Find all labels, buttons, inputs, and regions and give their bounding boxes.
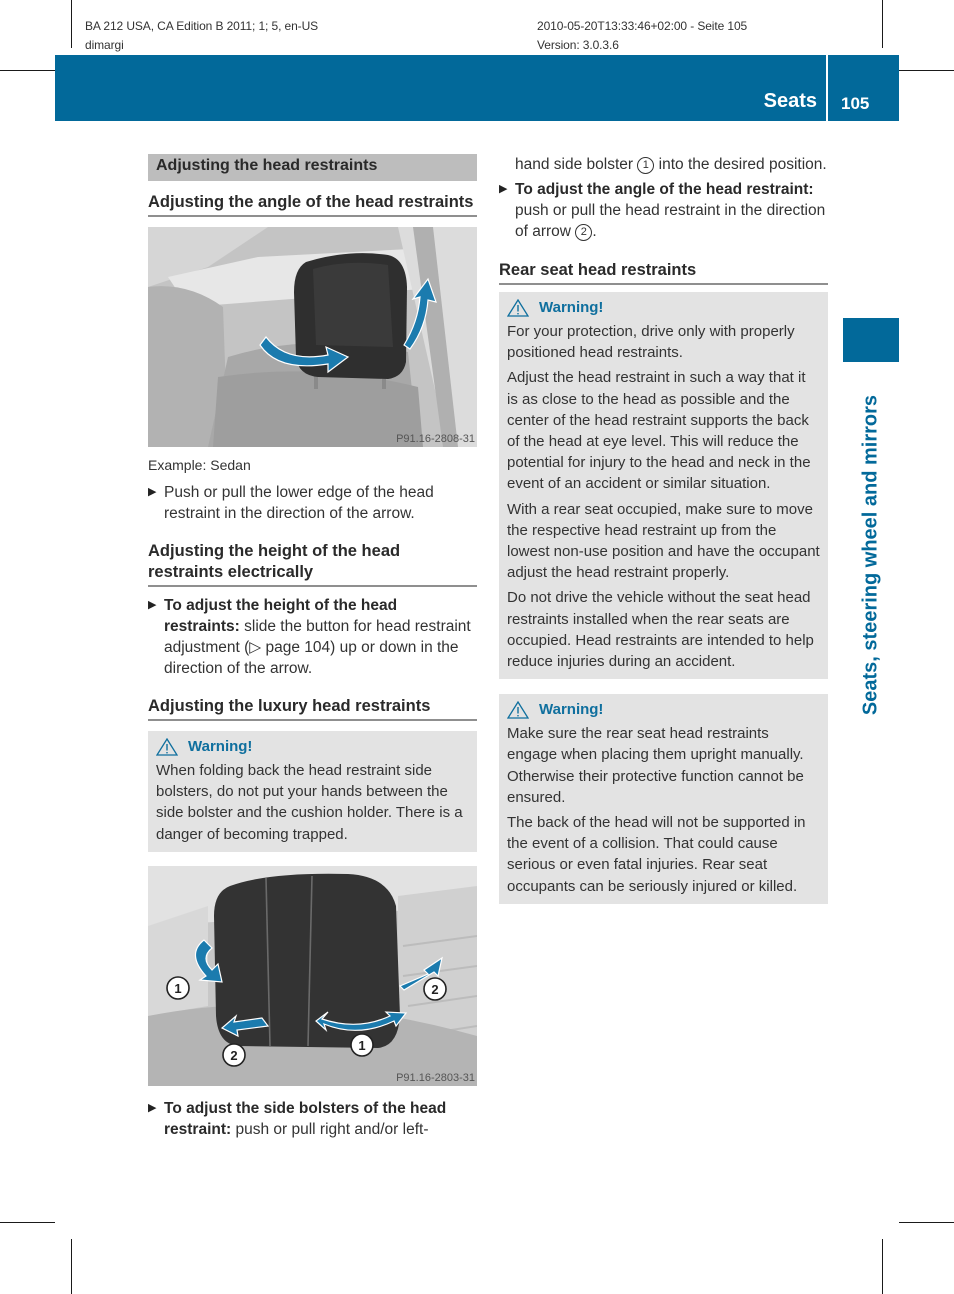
right-column: hand side bolster 1 into the desired pos… — [499, 154, 828, 904]
warning-paragraph: Adjust the head restraint in such a way … — [507, 369, 811, 493]
text-fragment: into the desired position. — [654, 156, 827, 173]
warning-paragraph: With a rear seat occupied, make sure to … — [507, 500, 820, 582]
callout-ref-1: 1 — [637, 157, 655, 174]
print-meta-author: dimargi — [85, 38, 124, 52]
figure-caption: Example: Sedan — [148, 457, 251, 473]
step-angle: ▶ Push or pull the lower edge of the hea… — [148, 482, 477, 524]
print-meta-edition: BA 212 USA, CA Edition B 2011; 1; 5, en-… — [85, 19, 319, 33]
crop-mark — [899, 1222, 954, 1223]
figure-id: P91.16-2808-31 — [396, 433, 475, 445]
warning-box: Warning! For your protection, drive only… — [499, 292, 828, 680]
chapter-side-label: Seats, steering wheel and mirrors — [859, 394, 882, 716]
headrest-angle-illustration — [148, 227, 477, 447]
header-divider — [826, 55, 828, 121]
step-bullet-icon: ▶ — [148, 486, 157, 498]
step-label: To adjust the angle of the head restrain… — [515, 181, 814, 198]
text-fragment: hand side bolster — [515, 156, 638, 173]
crop-mark — [882, 1239, 883, 1294]
warning-header: Warning! — [507, 700, 820, 720]
section-title: Adjusting the head restraints — [148, 154, 477, 181]
print-meta-version: Version: 3.0.3.6 — [537, 38, 619, 52]
warning-title: Warning! — [188, 738, 253, 755]
step-restraint-angle: ▶ To adjust the angle of the head restra… — [499, 179, 828, 242]
continued-step-text: hand side bolster 1 into the desired pos… — [499, 154, 828, 175]
warning-triangle-icon — [507, 299, 529, 317]
step-text: Push or pull the lower edge of the head … — [164, 484, 434, 522]
figure-headrest-angle: P91.16-2808-31 — [148, 227, 477, 447]
warning-paragraph: For your protection, drive only with pro… — [507, 323, 795, 362]
step-bullet-icon: ▶ — [499, 183, 508, 195]
crop-mark — [71, 1239, 72, 1294]
chapter-tab-marker — [843, 318, 899, 362]
crop-mark — [0, 1222, 55, 1223]
warning-triangle-icon — [156, 738, 178, 756]
angle-heading: Adjusting the angle of the head restrain… — [148, 192, 477, 217]
crop-mark — [0, 70, 55, 71]
print-meta-right: 2010-05-20T13:33:46+02:00 - Seite 105 Ve… — [537, 17, 747, 55]
rear-heading: Rear seat head restraints — [499, 260, 828, 285]
step-bullet-icon: ▶ — [148, 599, 157, 611]
print-meta-left: BA 212 USA, CA Edition B 2011; 1; 5, en-… — [85, 17, 318, 55]
luxury-heading: Adjusting the luxury head restraints — [148, 696, 477, 721]
step-text: push or pull the head restraint in the d… — [515, 202, 826, 240]
figure-id: P91.16-2803-31 — [396, 1071, 475, 1084]
chapter-title: Seats — [763, 90, 817, 112]
text-fragment: . — [592, 223, 597, 240]
svg-text:2: 2 — [431, 982, 438, 997]
crop-mark — [882, 0, 883, 48]
step-side-bolsters: ▶ To adjust the side bolsters of the hea… — [148, 1098, 477, 1140]
warning-paragraph: Make sure the rear seat head restraints … — [507, 725, 804, 806]
page-number: 105 — [841, 94, 870, 113]
callout-1-left: 1 — [166, 976, 190, 1000]
height-heading: Adjusting the height of the head restrai… — [148, 541, 477, 587]
crop-mark — [899, 70, 954, 71]
callout-ref-2: 2 — [575, 224, 593, 241]
warning-box: Warning! When folding back the head rest… — [148, 731, 477, 852]
svg-text:2: 2 — [230, 1048, 237, 1063]
svg-text:1: 1 — [358, 1038, 365, 1053]
callout-2-left: 2 — [222, 1043, 246, 1067]
luxury-headrest-illustration: 1 2 1 2 — [148, 865, 477, 1086]
crop-mark — [71, 0, 72, 48]
left-column: Adjusting the head restraints Adjusting … — [148, 154, 477, 1140]
warning-triangle-icon — [507, 701, 529, 719]
warning-title: Warning! — [539, 299, 604, 316]
figure-luxury-headrest: 1 2 1 2 P91.16-2803-31 — [148, 865, 477, 1086]
warning-title: Warning! — [539, 701, 604, 719]
warning-box: Warning! Make sure the rear seat head re… — [499, 694, 828, 904]
warning-text: When folding back the head restraint sid… — [156, 762, 463, 843]
callout-1-center: 1 — [350, 1033, 374, 1057]
step-bullet-icon: ▶ — [148, 1101, 157, 1114]
warning-paragraph: Do not drive the vehicle without the sea… — [507, 589, 814, 671]
warning-header: Warning! — [156, 737, 469, 757]
warning-paragraph: The back of the head will not be support… — [507, 814, 806, 895]
step-height: ▶ To adjust the height of the head restr… — [148, 595, 477, 679]
svg-text:1: 1 — [174, 981, 181, 996]
warning-header: Warning! — [507, 298, 820, 318]
print-meta-timestamp: 2010-05-20T13:33:46+02:00 - Seite 105 — [537, 19, 748, 33]
callout-2-right: 2 — [423, 977, 447, 1001]
step-text: push or pull right and/or left- — [231, 1120, 429, 1138]
